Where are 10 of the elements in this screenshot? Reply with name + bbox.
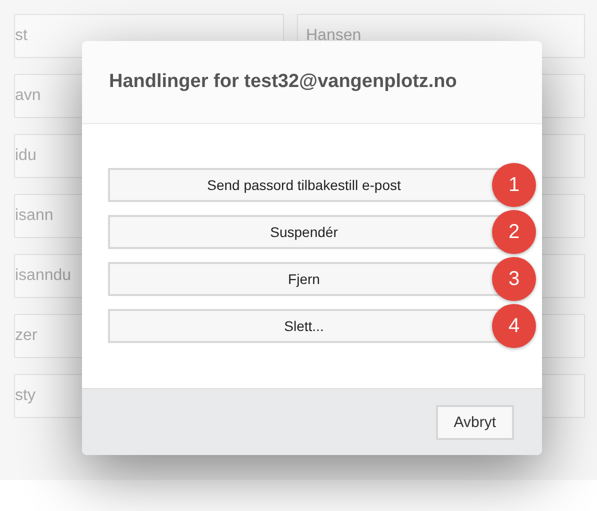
number-badge: 3 bbox=[492, 257, 536, 301]
action-button[interactable]: Send passord tilbakestill e-post bbox=[108, 168, 500, 202]
dialog-title: Handlinger for test32@vangenplotz.no bbox=[109, 71, 457, 93]
action-button[interactable]: Slett... bbox=[108, 309, 500, 343]
number-badge: 2 bbox=[492, 210, 536, 254]
number-badge: 4 bbox=[492, 304, 536, 348]
action-button[interactable]: Fjern bbox=[108, 262, 500, 296]
cancel-button[interactable]: Avbryt bbox=[436, 404, 514, 440]
number-badge: 1 bbox=[492, 163, 536, 207]
action-button[interactable]: Suspendér bbox=[108, 215, 500, 249]
